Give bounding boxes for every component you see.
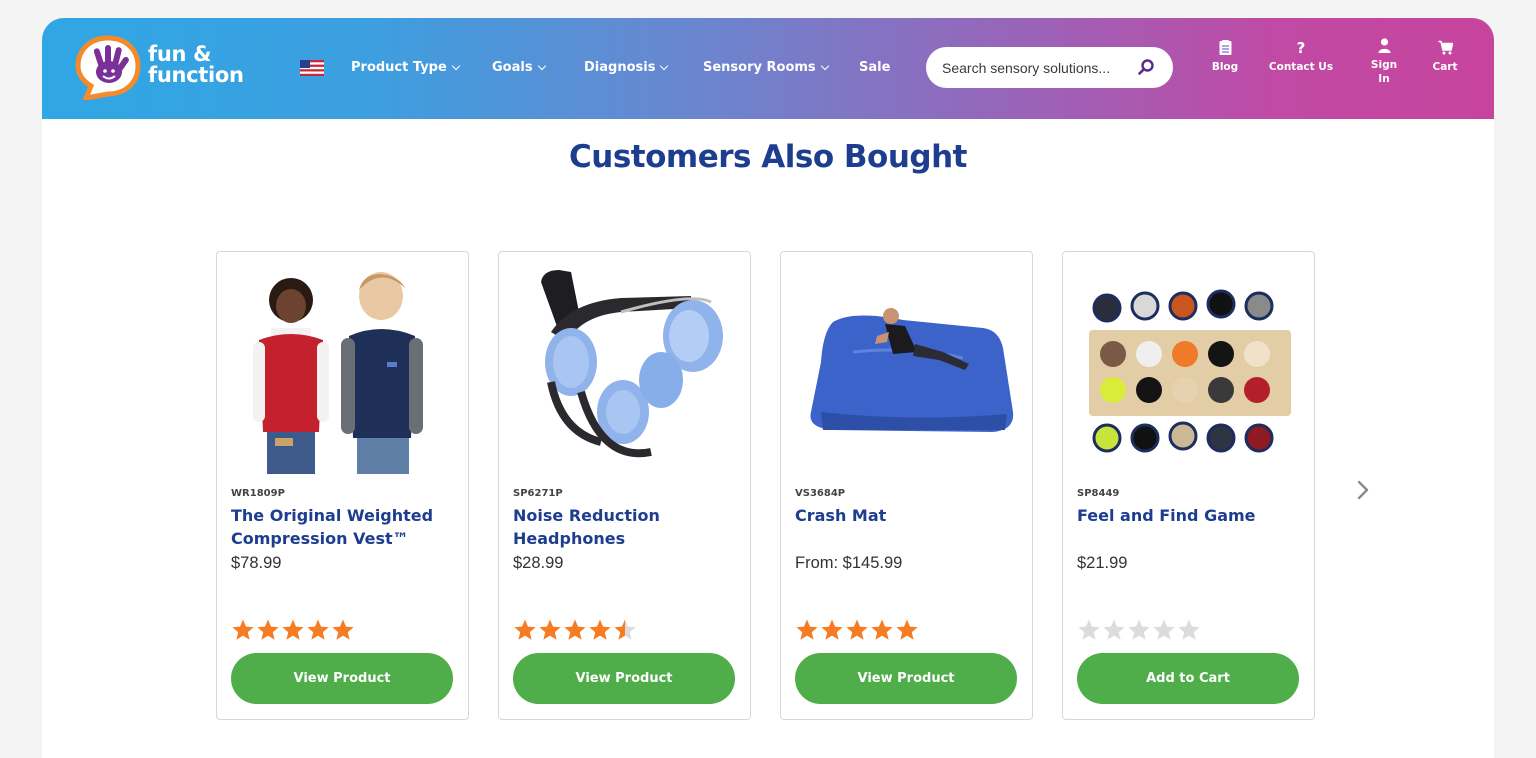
nav-sale[interactable]: Sale xyxy=(859,60,890,75)
view-product-button[interactable]: View Product xyxy=(513,653,735,704)
svg-text:?: ? xyxy=(1297,40,1306,55)
star-icon xyxy=(796,619,818,640)
chevron-right-icon[interactable] xyxy=(1354,480,1372,500)
search-box xyxy=(926,47,1173,88)
star-icon xyxy=(257,619,279,640)
star-icon xyxy=(1178,619,1200,640)
search-icon[interactable] xyxy=(1137,58,1155,76)
product-name-link[interactable]: Noise Reduction Headphones xyxy=(513,504,733,550)
star-icon xyxy=(614,619,636,640)
star-icon xyxy=(896,619,918,640)
star-icon xyxy=(232,619,254,640)
logo-line2: function xyxy=(148,63,244,87)
star-icon xyxy=(514,619,536,640)
sign-in-label-1: Sign xyxy=(1370,59,1398,71)
view-product-button[interactable]: View Product xyxy=(231,653,453,704)
star-rating xyxy=(795,618,919,642)
logo[interactable]: fun & function xyxy=(74,34,254,104)
nav-goals[interactable]: Goals xyxy=(492,60,546,75)
product-card: SP8449 Feel and Find Game $21.99 Add to … xyxy=(1062,251,1315,720)
star-icon xyxy=(1128,619,1150,640)
product-image[interactable] xyxy=(511,262,739,474)
product-sku: VS3684P xyxy=(795,488,846,499)
product-name-link[interactable]: The Original Weighted Compression Vest™ xyxy=(231,504,451,550)
star-rating xyxy=(1077,618,1201,642)
cart-link[interactable]: Cart xyxy=(1430,40,1460,73)
chevron-down-icon xyxy=(537,61,546,70)
product-image[interactable] xyxy=(793,262,1021,474)
sign-in-label-2: In xyxy=(1378,73,1390,85)
blog-label: Blog xyxy=(1211,61,1239,73)
product-sku: SP6271P xyxy=(513,488,563,499)
nav-diagnosis[interactable]: Diagnosis xyxy=(584,60,669,75)
product-card: WR1809P The Original Weighted Compressio… xyxy=(216,251,469,720)
us-flag-icon[interactable] xyxy=(300,60,324,76)
section-title: Customers Also Bought xyxy=(569,139,967,175)
site-header: fun & function Product Type Goals Diagno… xyxy=(42,18,1494,119)
nav-product-type[interactable]: Product Type xyxy=(351,60,461,75)
product-price: $21.99 xyxy=(1077,554,1128,572)
star-icon xyxy=(1103,619,1125,640)
nav-label: Diagnosis xyxy=(584,60,656,75)
nav-label: Sale xyxy=(859,60,891,75)
star-rating xyxy=(513,618,637,642)
star-icon xyxy=(307,619,329,640)
star-icon xyxy=(589,619,611,640)
star-icon xyxy=(1153,619,1175,640)
nav-label: Product Type xyxy=(351,60,447,75)
product-card: VS3684P Crash Mat From: $145.99 View Pro… xyxy=(780,251,1033,720)
chevron-down-icon xyxy=(660,61,669,70)
contact-us-link[interactable]: ? Contact Us xyxy=(1266,40,1336,73)
chevron-down-icon xyxy=(820,61,829,70)
star-icon xyxy=(871,619,893,640)
star-rating xyxy=(231,618,355,642)
product-name-link[interactable]: Feel and Find Game xyxy=(1077,504,1297,527)
product-image[interactable] xyxy=(1075,262,1303,474)
search-input[interactable] xyxy=(942,59,1132,76)
product-sku: WR1809P xyxy=(231,488,285,499)
product-card: SP6271P Noise Reduction Headphones $28.9… xyxy=(498,251,751,720)
cart-icon xyxy=(1438,40,1453,55)
product-sku: SP8449 xyxy=(1077,488,1120,499)
product-price: From: $145.99 xyxy=(795,554,903,572)
product-name-link[interactable]: Crash Mat xyxy=(795,504,1015,527)
star-icon xyxy=(282,619,304,640)
page: fun & function Product Type Goals Diagno… xyxy=(42,18,1494,758)
blog-icon xyxy=(1219,40,1231,55)
star-icon xyxy=(846,619,868,640)
cart-label: Cart xyxy=(1432,61,1458,73)
nav-label: Goals xyxy=(492,60,533,75)
nav-label: Sensory Rooms xyxy=(703,60,816,75)
sign-in-link[interactable]: Sign In xyxy=(1366,38,1402,85)
contact-label: Contact Us xyxy=(1268,61,1334,73)
product-image[interactable] xyxy=(229,262,457,474)
star-icon xyxy=(1078,619,1100,640)
logo-line1: fun & xyxy=(148,42,212,66)
star-icon xyxy=(564,619,586,640)
product-price: $28.99 xyxy=(513,554,564,572)
star-icon xyxy=(821,619,843,640)
chevron-down-icon xyxy=(451,61,461,70)
blog-link[interactable]: Blog xyxy=(1210,40,1240,73)
logo-hand-icon xyxy=(75,35,141,100)
question-icon: ? xyxy=(1297,40,1306,55)
view-product-button[interactable]: View Product xyxy=(795,653,1017,704)
logo-text: fun & function xyxy=(148,44,244,86)
star-icon xyxy=(332,619,354,640)
add-to-cart-button[interactable]: Add to Cart xyxy=(1077,653,1299,704)
star-icon xyxy=(539,619,561,640)
product-price: $78.99 xyxy=(231,554,282,572)
nav-sensory-rooms[interactable]: Sensory Rooms xyxy=(703,60,829,75)
user-icon xyxy=(1378,38,1390,53)
